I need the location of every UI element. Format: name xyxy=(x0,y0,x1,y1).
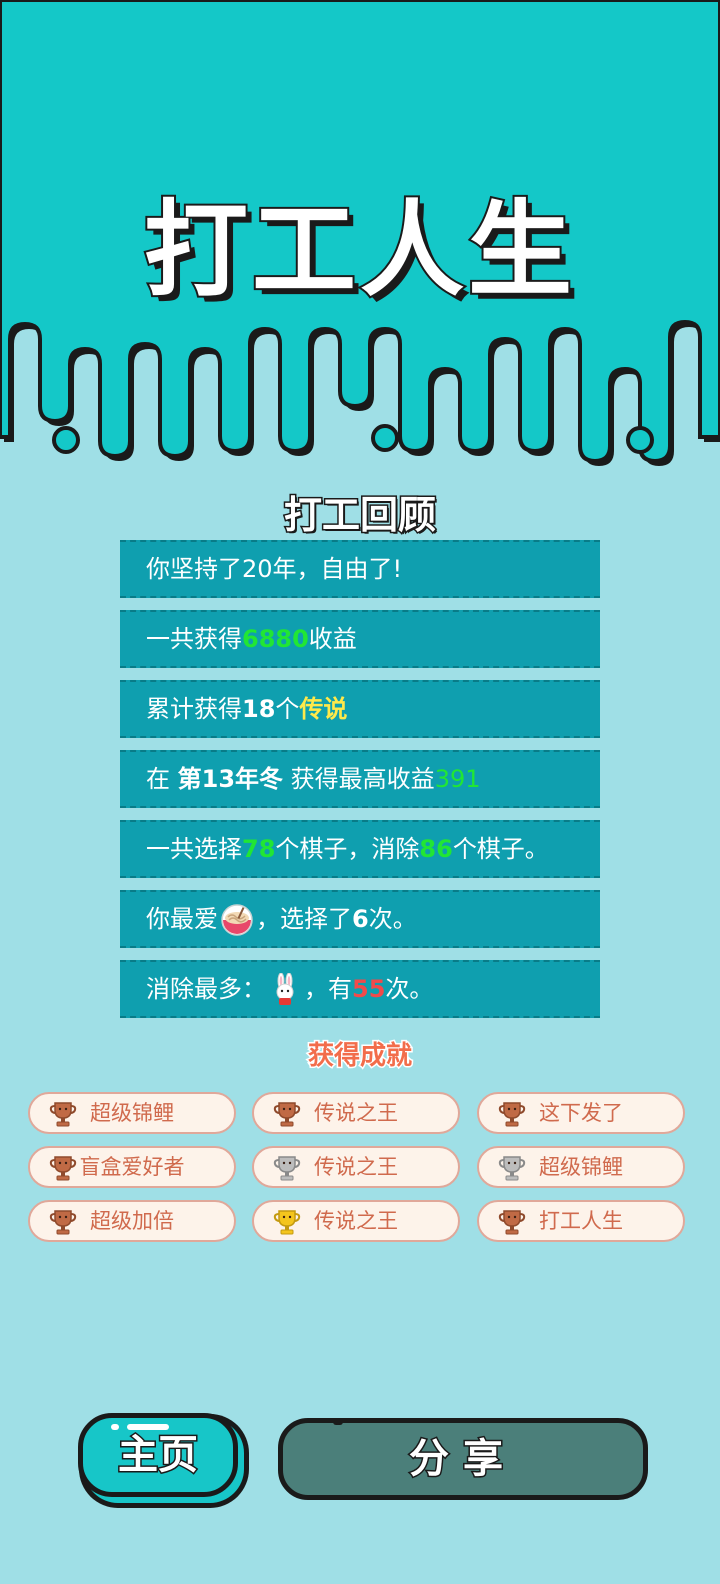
achievement-badge: 超级锦鲤 xyxy=(477,1146,685,1188)
trophy-icon xyxy=(49,1156,77,1181)
review-section-title: 打工回顾 xyxy=(282,492,437,539)
achievement-badge: 这下发了 xyxy=(477,1092,685,1134)
achievement-badge: 盲盒爱好者 xyxy=(28,1146,236,1188)
home-button[interactable]: 主页 xyxy=(78,1413,238,1497)
trophy-icon xyxy=(498,1210,526,1235)
best-earnings-value: 391 xyxy=(434,765,481,793)
noodle-bowl-icon xyxy=(221,904,253,936)
favorite-times-value: 6 xyxy=(352,905,369,933)
achievement-badge: 打工人生 xyxy=(477,1200,685,1242)
achievement-label: 盲盒爱好者 xyxy=(79,1155,185,1179)
button-gloss xyxy=(333,1419,343,1425)
eliminated-pieces-value: 86 xyxy=(419,835,453,863)
achievement-label: 传说之王 xyxy=(314,1101,398,1125)
achievement-badge: 传说之王 xyxy=(252,1200,460,1242)
achievement-badge: 传说之王 xyxy=(252,1146,460,1188)
trophy-icon xyxy=(273,1102,301,1127)
trophy-icon xyxy=(273,1210,301,1235)
achievements-section-title: 获得成就 xyxy=(306,1040,413,1073)
button-gloss xyxy=(127,1424,169,1430)
achievement-label: 超级锦鲤 xyxy=(90,1101,174,1125)
review-row-text: 你最爱 xyxy=(146,905,218,933)
review-row-text: 个棋子，消除 xyxy=(275,835,420,863)
total-earnings-value: 6880 xyxy=(242,625,309,653)
achievement-label: 打工人生 xyxy=(539,1209,623,1233)
achievement-label: 传说之王 xyxy=(314,1155,398,1179)
review-row-most-eliminated: 消除最多： ，有55次。 xyxy=(120,960,600,1018)
home-button-label: 主页 xyxy=(117,1431,200,1480)
achievement-label: 超级锦鲤 xyxy=(539,1155,623,1179)
legend-count-value: 18 xyxy=(242,695,276,723)
game-title: 打工人生 xyxy=(142,187,576,313)
review-row-text: ，选择了 xyxy=(256,905,352,933)
trophy-icon xyxy=(273,1156,301,1181)
trophy-icon xyxy=(498,1102,526,1127)
review-row-text: 次。 xyxy=(368,905,417,933)
trophy-icon xyxy=(49,1102,77,1127)
review-row-text: 次。 xyxy=(385,975,434,1003)
review-row-years: 你坚持了20年，自由了! xyxy=(120,540,600,598)
trophy-icon xyxy=(498,1156,526,1181)
achievement-badge: 超级加倍 xyxy=(28,1200,236,1242)
legend-rarity-label: 传说 xyxy=(299,695,348,723)
review-row-text: 累计获得 xyxy=(146,695,242,723)
button-gloss xyxy=(111,1424,119,1430)
drip-droplets xyxy=(52,424,654,454)
trophy-icon xyxy=(49,1210,77,1235)
achievement-label: 传说之王 xyxy=(314,1209,398,1233)
review-row-text: 收益 xyxy=(308,625,357,653)
most-eliminated-times-value: 55 xyxy=(352,975,386,1003)
achievement-label: 这下发了 xyxy=(539,1101,623,1125)
achievement-badge: 超级锦鲤 xyxy=(28,1092,236,1134)
review-row-text: 你坚持了20年，自由了! xyxy=(146,555,403,583)
review-row-earnings: 一共获得6880收益 xyxy=(120,610,600,668)
share-button-label: 分享 xyxy=(408,1435,517,1484)
review-row-text: 个 xyxy=(275,695,300,723)
review-row-favorite: 你最爱 ，选择了6次。 xyxy=(120,890,600,948)
review-row-legends: 累计获得18个传说 xyxy=(120,680,600,738)
rabbit-icon xyxy=(276,973,294,1005)
review-row-text: 在 xyxy=(146,765,178,793)
achievement-badge: 传说之王 xyxy=(252,1092,460,1134)
review-row-text: 获得最高收益 xyxy=(283,765,435,793)
review-row-text: ，有 xyxy=(304,975,352,1003)
review-row-text: 一共选择 xyxy=(146,835,242,863)
review-row-text: 一共获得 xyxy=(146,625,242,653)
review-row-best-season: 在 第13年冬 获得最高收益391 xyxy=(120,750,600,808)
review-row-pieces: 一共选择78个棋子，消除86个棋子。 xyxy=(120,820,600,878)
chosen-pieces-value: 78 xyxy=(242,835,276,863)
review-row-text: 消除最多： xyxy=(146,975,266,1003)
achievement-label: 超级加倍 xyxy=(90,1209,174,1233)
share-button[interactable]: 分享 xyxy=(278,1418,648,1500)
review-row-text: 个棋子。 xyxy=(452,835,549,863)
best-season-label: 第13年冬 xyxy=(177,765,284,793)
